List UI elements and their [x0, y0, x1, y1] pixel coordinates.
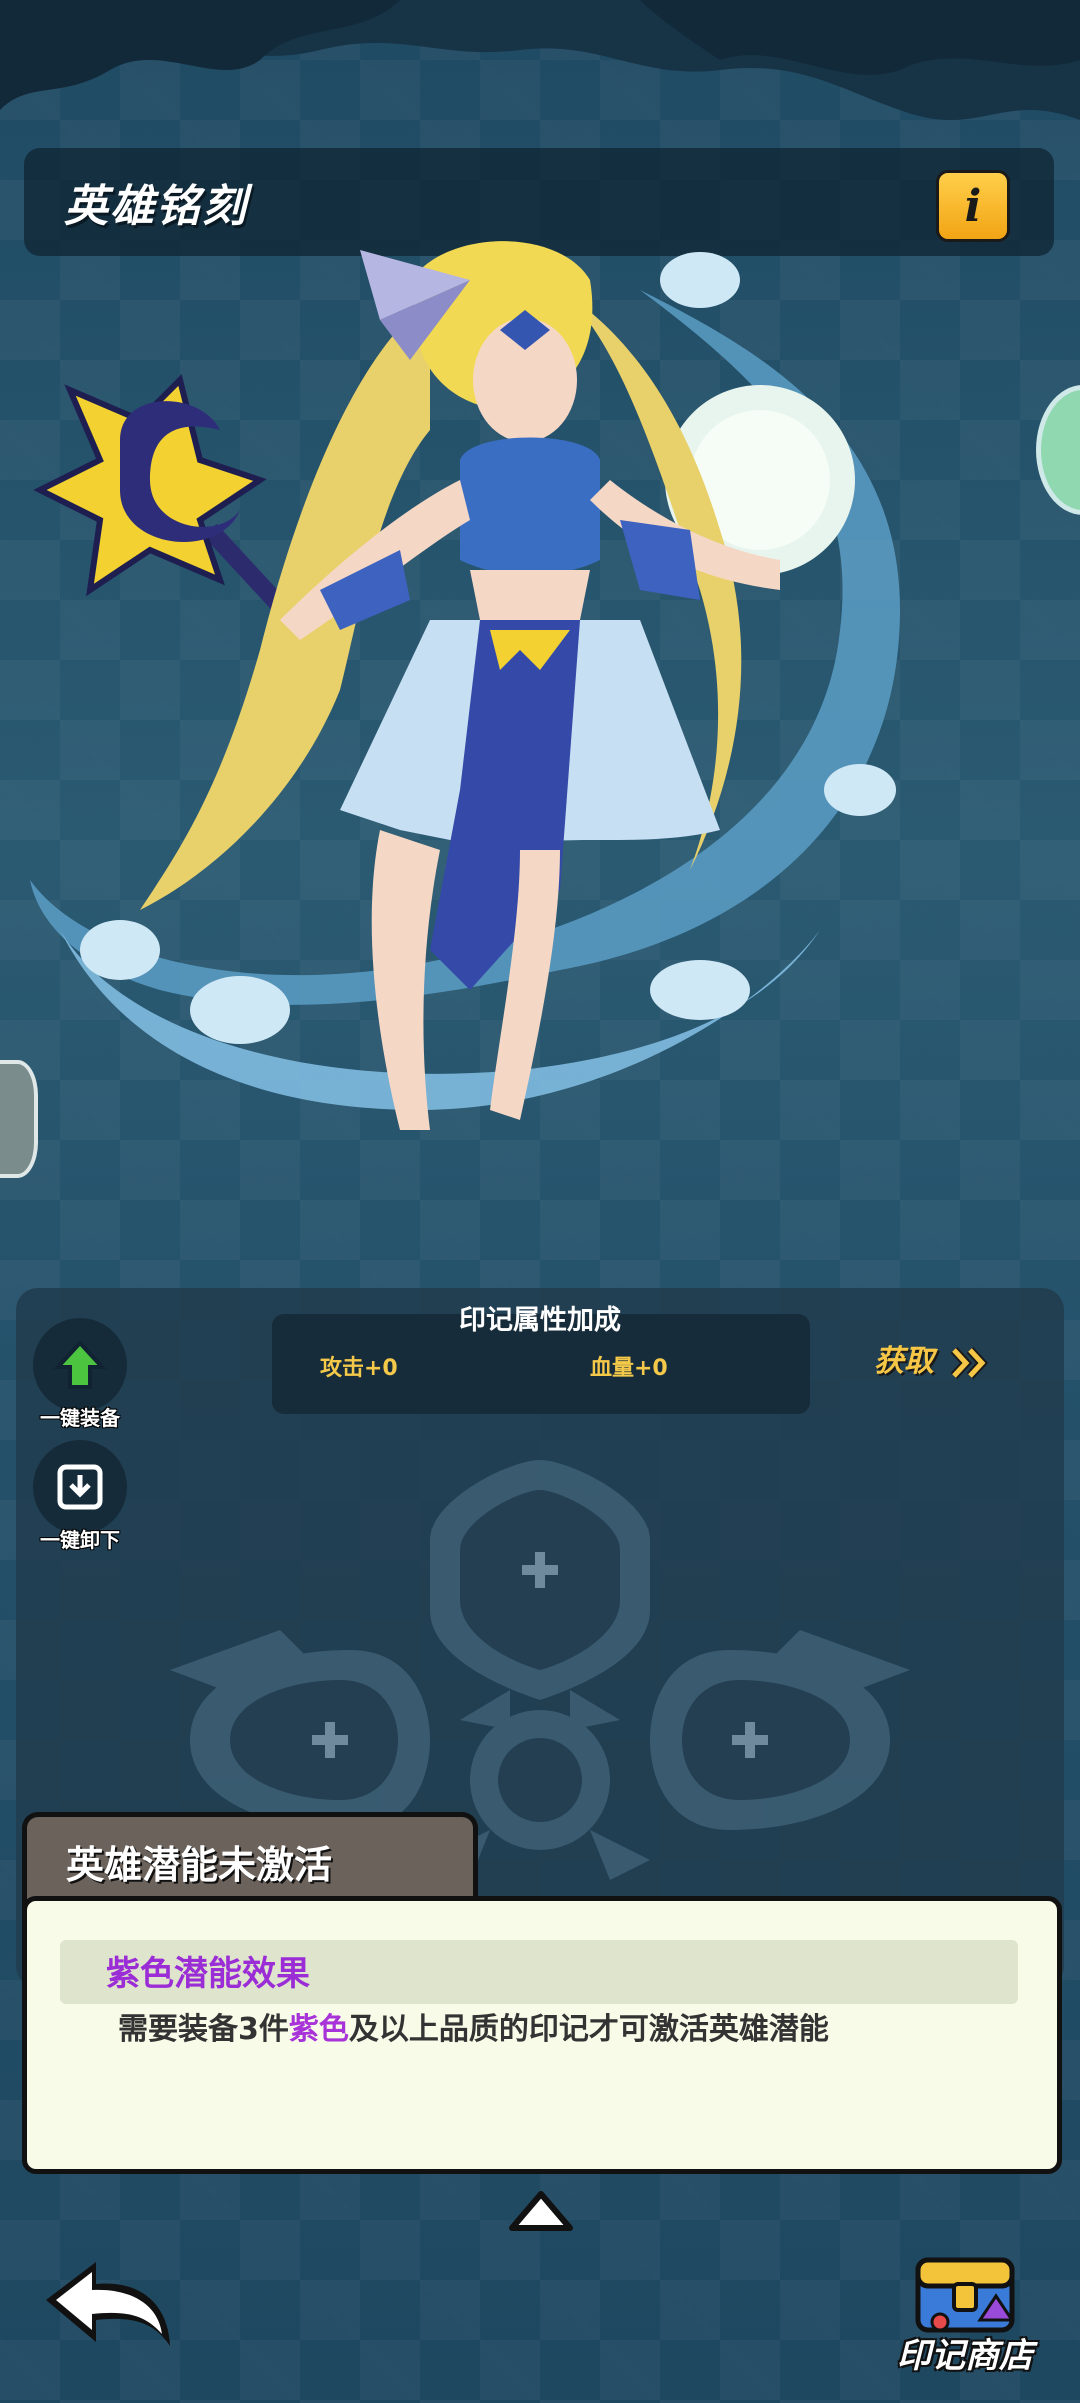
slot-left[interactable] — [250, 1690, 410, 1820]
desc-prefix: 需要装备3件 — [118, 2012, 289, 2047]
attack-stat: 攻击+0 — [320, 1356, 398, 1381]
desc-suffix: 及以上品质的印记才可激活英雄潜能 — [348, 2012, 829, 2047]
double-chevron-right-icon — [951, 1346, 989, 1379]
unequip-all-label: 一键卸下 — [40, 1528, 120, 1552]
slot-right[interactable] — [670, 1690, 830, 1820]
info-icon: i — [964, 180, 982, 232]
potential-tab-title: 英雄潜能未激活 — [66, 1843, 333, 1887]
back-arrow-icon[interactable] — [36, 2250, 180, 2360]
inscription-shop-label[interactable]: 印记商店 — [880, 2328, 1050, 2377]
equip-arrow-up-icon — [53, 1340, 107, 1389]
unequip-download-icon — [57, 1464, 103, 1510]
unequip-circle — [33, 1440, 127, 1534]
obtain-label: 获取 — [874, 1344, 934, 1379]
hp-stat: 血量+0 — [590, 1356, 668, 1381]
page-title: 英雄铭刻 — [64, 181, 248, 232]
slot-top[interactable] — [470, 1500, 610, 1660]
obtain-button[interactable]: 获取 — [874, 1336, 990, 1380]
up-triangle-icon[interactable] — [506, 2188, 576, 2234]
equip-all-label: 一键装备 — [40, 1406, 120, 1430]
desc-highlight: 紫色 — [288, 2012, 349, 2047]
potential-description: 需要装备3件紫色及以上品质的印记才可激活英雄潜能 — [118, 2010, 958, 2050]
hero-illustration — [30, 241, 900, 1130]
equip-circle — [33, 1318, 127, 1412]
slot-center[interactable] — [470, 1720, 610, 1860]
unequip-all-button[interactable]: 一键卸下 — [20, 1440, 140, 1553]
stats-header: 印记属性加成 — [459, 1305, 621, 1336]
potential-effect-title: 紫色潜能效果 — [106, 1954, 310, 1994]
equip-all-button[interactable]: 一键装备 — [20, 1318, 140, 1431]
